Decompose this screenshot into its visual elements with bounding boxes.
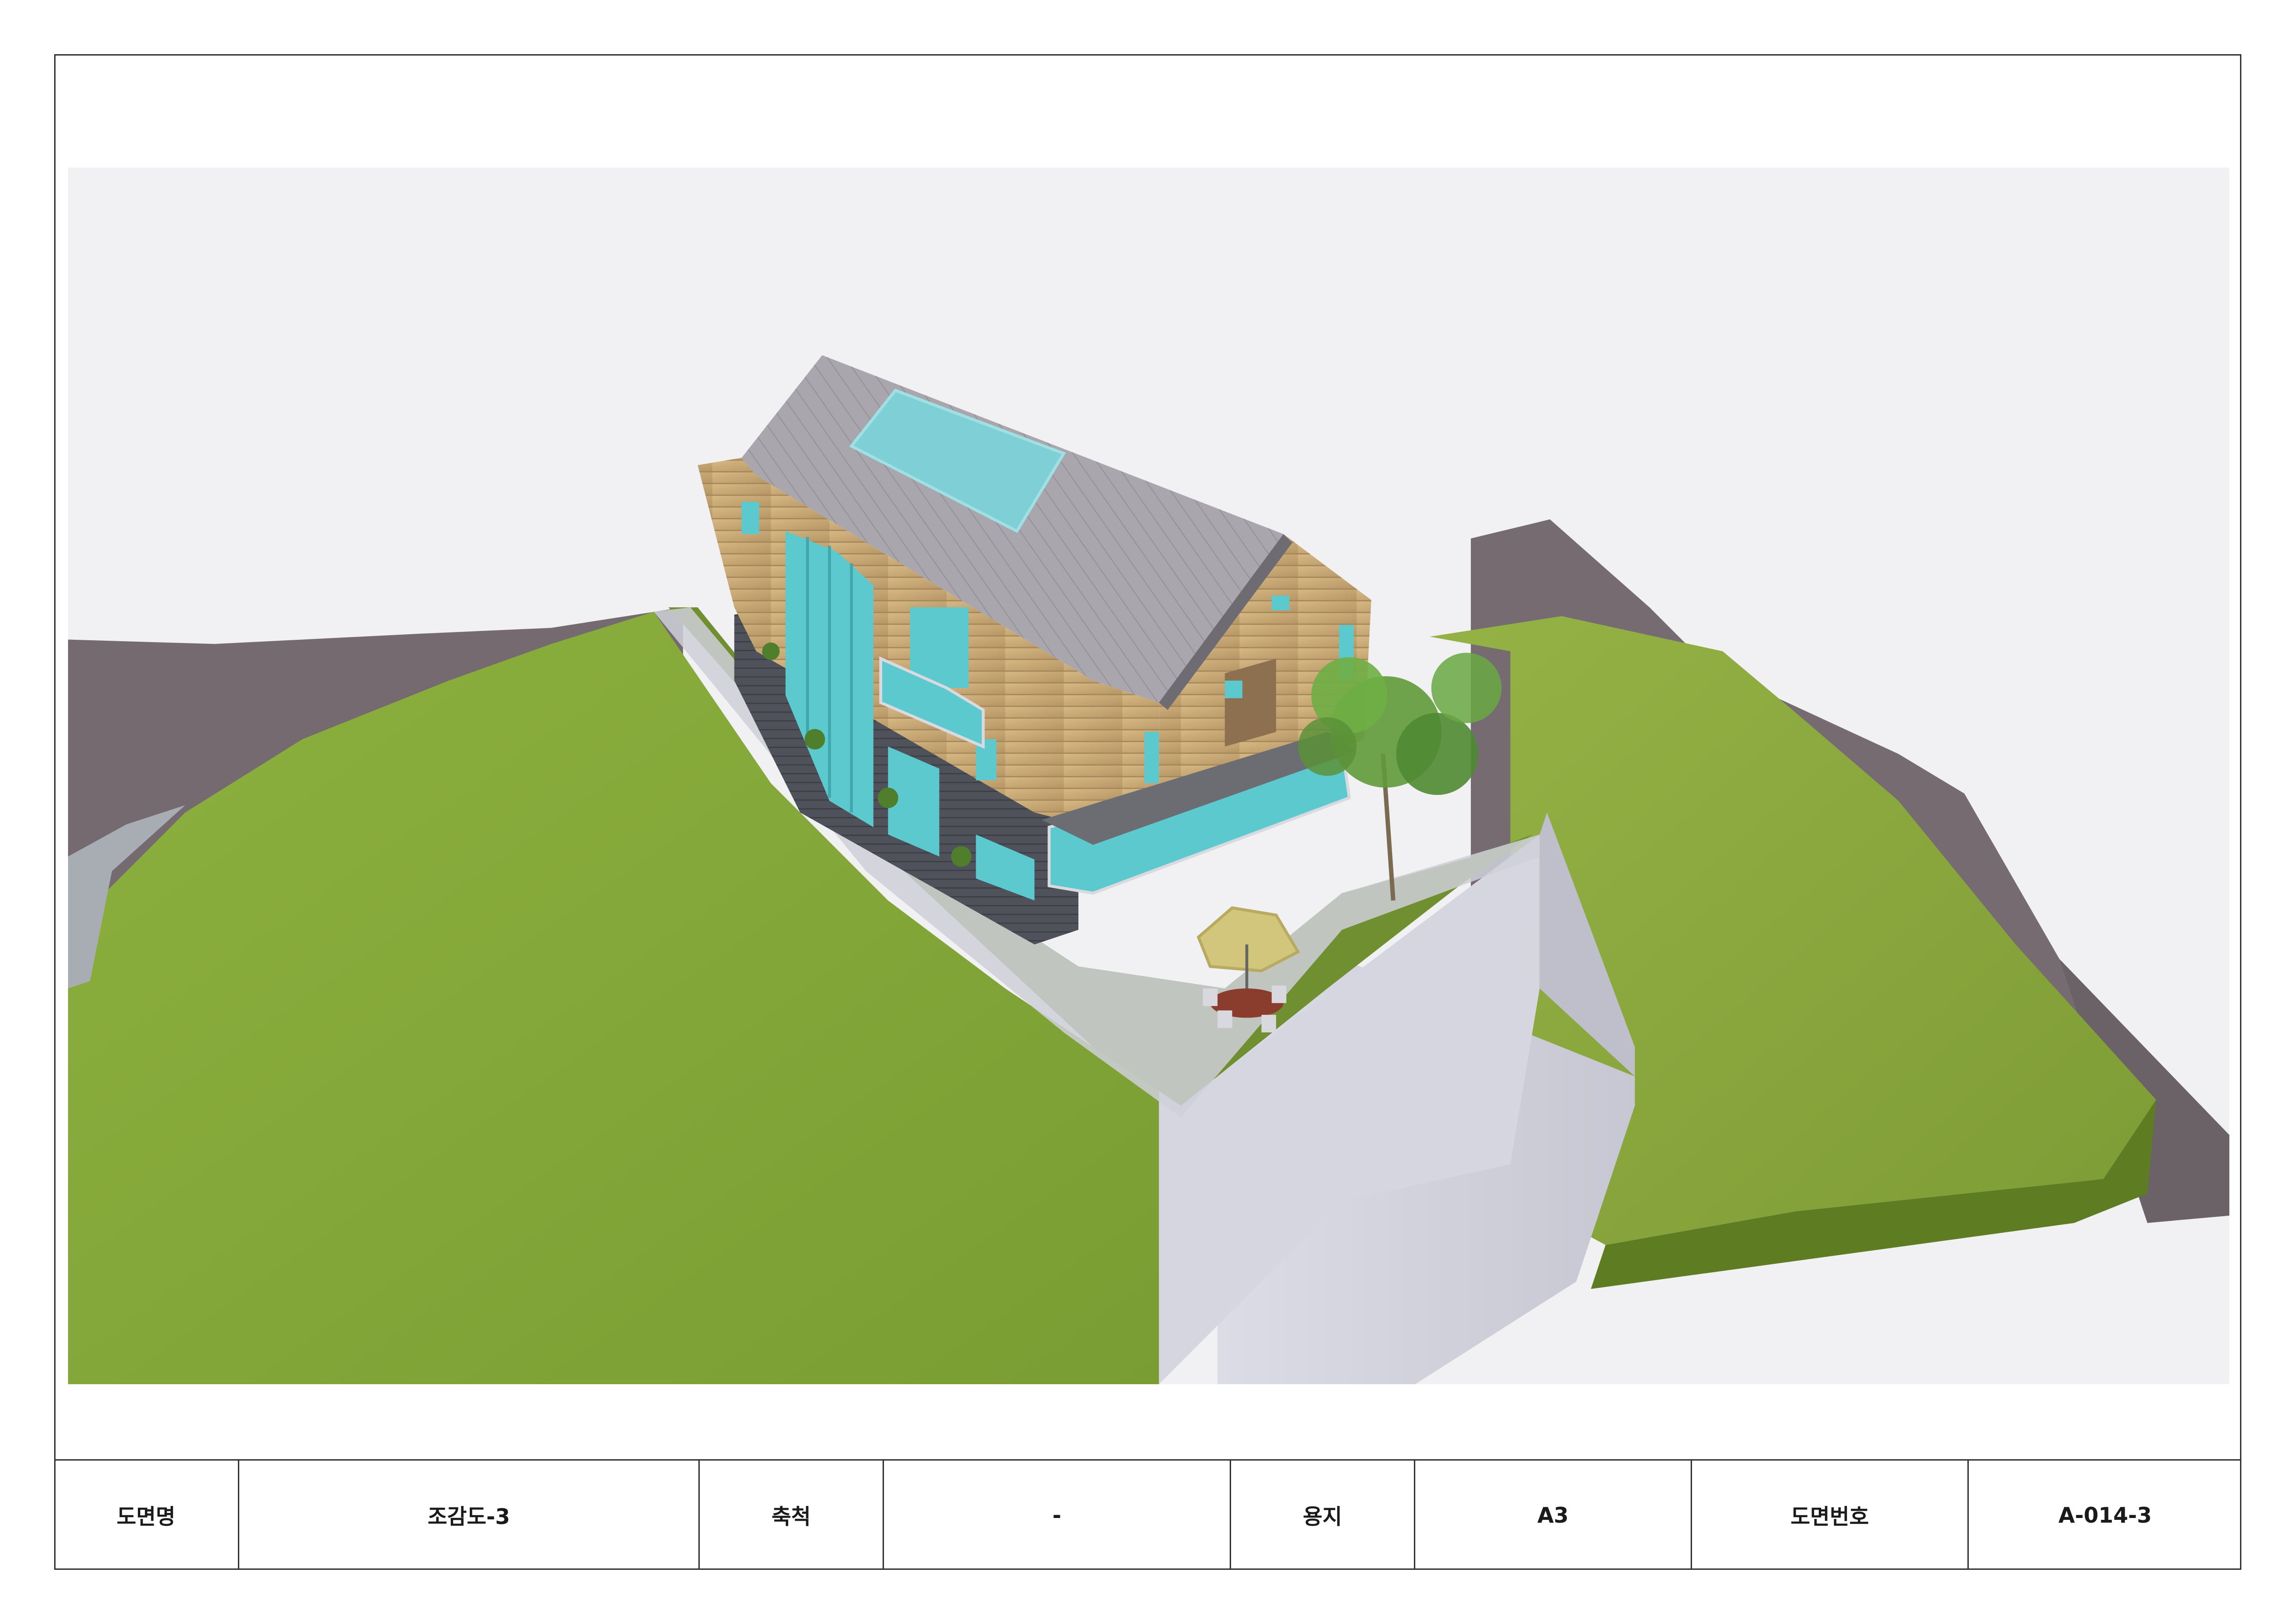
scale-value: - <box>884 1461 1231 1570</box>
window <box>741 501 759 534</box>
window <box>1225 681 1243 699</box>
paper-value: A3 <box>1415 1461 1692 1570</box>
shrub <box>804 729 825 750</box>
window <box>1144 732 1159 783</box>
scale-label: 축척 <box>700 1461 884 1570</box>
drawing-name-label: 도면명 <box>54 1461 239 1570</box>
drawing-number-value: A-014-3 <box>2058 1503 2152 1528</box>
shrub <box>762 642 780 660</box>
house-gable-opening <box>1225 658 1276 747</box>
shrub <box>877 787 898 808</box>
title-block: 도면명 조감도-3 축척 - 용지 A3 도면번호 A-014-3 <box>54 1459 2241 1570</box>
shrub <box>951 846 972 867</box>
drawing-number-label: 도면번호 <box>1692 1461 1969 1570</box>
aerial-render-image <box>68 355 2229 1384</box>
paper-label: 용지 <box>1231 1461 1415 1570</box>
window <box>1271 595 1289 611</box>
drawing-name-value: 조감도-3 <box>239 1461 700 1570</box>
aerial-render-view <box>68 168 2229 1384</box>
